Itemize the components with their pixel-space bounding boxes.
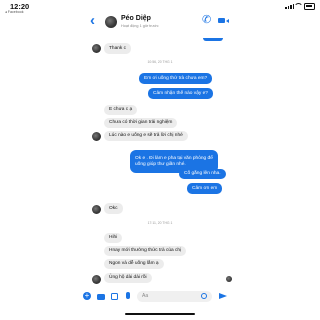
contact-avatar-small [92, 132, 101, 141]
timestamp: 10:56, 20 THG 1 [147, 60, 173, 64]
contact-avatar-small [92, 275, 101, 284]
previous-message-edge [203, 38, 223, 41]
contact-avatar-small [92, 44, 101, 53]
incoming-message[interactable]: Lúc nào e uống e sẽ trả lời chị nhé [104, 131, 188, 141]
contact-avatar-small [92, 205, 101, 214]
back-arrow-icon[interactable]: ‹ [90, 13, 95, 28]
wifi-icon [294, 3, 303, 9]
incoming-message[interactable]: Ngon và dễ uống lắm ạ [104, 259, 164, 269]
image-icon[interactable] [111, 293, 118, 300]
incoming-message[interactable]: Ủng hộ dài dài rồi [104, 273, 152, 283]
contact-name[interactable]: Péo Diệp [121, 15, 151, 22]
message-composer: + Aa [0, 288, 320, 308]
incoming-message[interactable]: Hnay mới thưởng thức trà của chị [104, 246, 187, 256]
chat-header: ‹ Péo Diệp Hoạt động 1 giờ trước ✆ [0, 12, 320, 38]
microphone-icon[interactable] [126, 292, 130, 299]
timestamp: 17:11, 20 THG 1 [147, 221, 173, 225]
incoming-message[interactable]: Okc [104, 203, 123, 214]
camera-icon[interactable] [97, 294, 105, 300]
incoming-message[interactable]: Thank c [104, 43, 132, 54]
outgoing-message[interactable]: Em ơi uống thử trà chưa em? [139, 73, 213, 84]
home-indicator [125, 313, 195, 315]
read-receipt-avatar [226, 276, 232, 282]
outgoing-message[interactable]: Cảm nhận thế nào vậy e? [148, 88, 213, 99]
phone-call-icon[interactable]: ✆ [202, 15, 211, 26]
send-icon[interactable] [219, 293, 227, 299]
signal-icon [285, 4, 294, 9]
incoming-message[interactable]: Chưa có thời gian trải nghiệm [104, 118, 178, 128]
battery-icon [304, 3, 315, 10]
plus-icon[interactable]: + [83, 292, 91, 300]
video-call-icon[interactable] [218, 18, 229, 23]
outgoing-message[interactable]: Cảm ơn em [187, 183, 223, 194]
incoming-message[interactable]: E chưa c ạ [104, 105, 138, 115]
active-status: Hoạt động 1 giờ trước [121, 24, 159, 28]
message-line: uống giúp thư giãn nhé. [135, 161, 186, 167]
emoji-icon[interactable] [201, 293, 207, 299]
contact-avatar[interactable] [105, 16, 117, 28]
outgoing-message[interactable]: Cố gắng lên nha. [179, 169, 226, 179]
incoming-message[interactable]: Hihi [104, 233, 123, 243]
